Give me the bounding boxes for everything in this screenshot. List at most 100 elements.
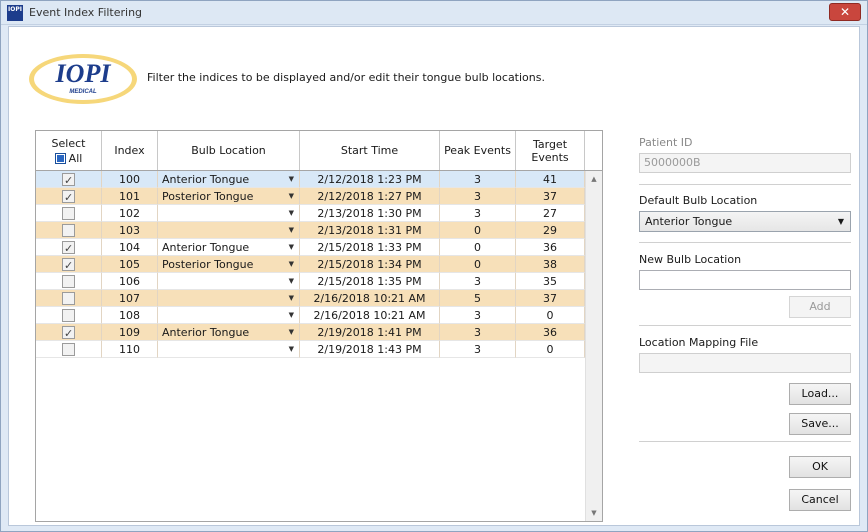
- header-bulb-location[interactable]: Bulb Location: [158, 131, 300, 170]
- bulb-location-dropdown[interactable]: ▼: [158, 273, 300, 290]
- new-bulb-input[interactable]: [639, 270, 851, 290]
- cell-target: 37: [516, 188, 585, 205]
- grid-header: Select All Index Bulb Location Start Tim…: [36, 131, 602, 171]
- table-row[interactable]: 108 ▼ 2/16/2018 10:21 AM 3 0: [36, 307, 585, 324]
- default-bulb-value: Anterior Tongue: [645, 215, 733, 228]
- header-target-events[interactable]: Target Events: [516, 131, 585, 170]
- table-row[interactable]: 100 Anterior Tongue ▼ 2/12/2018 1:23 PM341: [36, 171, 585, 188]
- row-select-checkbox[interactable]: [62, 275, 75, 288]
- row-select-checkbox[interactable]: [62, 224, 75, 237]
- bulb-location-dropdown[interactable]: Anterior Tongue ▼: [158, 171, 300, 188]
- chevron-down-icon[interactable]: ▼: [289, 324, 294, 340]
- cell-peak: 3: [440, 307, 516, 324]
- row-select-checkbox[interactable]: [62, 189, 75, 204]
- cell-target: 36: [516, 324, 585, 341]
- dialog-content: IOPI MEDICAL Filter the indices to be di…: [8, 26, 860, 526]
- table-row[interactable]: 102 ▼ 2/13/2018 1:30 PM 3 27: [36, 205, 585, 222]
- mapping-file-field[interactable]: [639, 353, 851, 373]
- header-index[interactable]: Index: [102, 131, 158, 170]
- bulb-location-dropdown[interactable]: Anterior Tongue ▼: [158, 239, 300, 256]
- row-select-checkbox[interactable]: [62, 292, 75, 305]
- chevron-down-icon[interactable]: ▼: [289, 205, 294, 221]
- cell-peak: 3: [440, 188, 516, 205]
- cell-target: 37: [516, 290, 585, 307]
- chevron-down-icon[interactable]: ▼: [289, 188, 294, 204]
- table-row[interactable]: 107 ▼ 2/16/2018 10:21 AM 5 37: [36, 290, 585, 307]
- chevron-down-icon[interactable]: ▼: [289, 222, 294, 238]
- patient-id-field[interactable]: 5000000B: [639, 153, 851, 173]
- save-button[interactable]: Save...: [789, 413, 851, 435]
- table-row[interactable]: 104 Anterior Tongue ▼ 2/15/2018 1:33 PM036: [36, 239, 585, 256]
- bulb-location-dropdown[interactable]: ▼: [158, 341, 300, 358]
- bulb-location-dropdown[interactable]: Posterior Tongue ▼: [158, 188, 300, 205]
- chevron-down-icon[interactable]: ▼: [289, 273, 294, 289]
- bulb-location-dropdown[interactable]: ▼: [158, 290, 300, 307]
- bulb-location-value: Posterior Tongue: [162, 258, 254, 271]
- bulb-location-value: Anterior Tongue: [162, 173, 250, 186]
- select-all-toggle[interactable]: All: [54, 151, 83, 165]
- add-button[interactable]: Add: [789, 296, 851, 318]
- ok-button[interactable]: OK: [789, 456, 851, 478]
- cell-start: 2/15/2018 1:33 PM: [300, 239, 440, 256]
- grid-scrollbar[interactable]: ▲ ▼: [585, 171, 602, 521]
- title-bar[interactable]: IOPI Event Index Filtering ✕: [1, 1, 867, 25]
- cell-peak: 3: [440, 205, 516, 222]
- chevron-down-icon[interactable]: ▼: [289, 256, 294, 272]
- header-start-time[interactable]: Start Time: [300, 131, 440, 170]
- table-row[interactable]: 105 Posterior Tongue ▼ 2/15/2018 1:34 PM038: [36, 256, 585, 273]
- select-all-checkbox[interactable]: [54, 152, 66, 164]
- table-row[interactable]: 109 Anterior Tongue ▼ 2/19/2018 1:41 PM336: [36, 324, 585, 341]
- row-select-checkbox[interactable]: [62, 172, 75, 187]
- chevron-down-icon[interactable]: ▼: [289, 290, 294, 306]
- separator: [639, 441, 851, 442]
- chevron-down-icon[interactable]: ▼: [289, 307, 294, 323]
- bulb-location-dropdown[interactable]: ▼: [158, 222, 300, 239]
- cell-peak: 3: [440, 171, 516, 188]
- separator: [639, 325, 851, 326]
- row-select-cell: [36, 256, 102, 273]
- cell-target: 35: [516, 273, 585, 290]
- table-row[interactable]: 103 ▼ 2/13/2018 1:31 PM 0 29: [36, 222, 585, 239]
- new-bulb-label: New Bulb Location: [639, 253, 742, 266]
- cancel-button[interactable]: Cancel: [789, 489, 851, 511]
- cell-target: 0: [516, 307, 585, 324]
- row-select-checkbox[interactable]: [62, 240, 75, 255]
- chevron-down-icon: ▼: [837, 217, 844, 226]
- cell-index: 100: [102, 171, 158, 188]
- bulb-location-dropdown[interactable]: ▼: [158, 205, 300, 222]
- event-index-grid[interactable]: Select All Index Bulb Location Start Tim…: [35, 130, 603, 522]
- row-select-checkbox[interactable]: [62, 343, 75, 356]
- scroll-up-icon[interactable]: ▲: [586, 171, 602, 187]
- row-select-cell: [36, 324, 102, 341]
- row-select-checkbox[interactable]: [62, 325, 75, 340]
- cell-index: 101: [102, 188, 158, 205]
- cell-start: 2/16/2018 10:21 AM: [300, 307, 440, 324]
- table-row[interactable]: 101 Posterior Tongue ▼ 2/12/2018 1:27 PM337: [36, 188, 585, 205]
- table-row[interactable]: 106 ▼ 2/15/2018 1:35 PM 3 35: [36, 273, 585, 290]
- default-bulb-select[interactable]: Anterior Tongue ▼: [639, 211, 851, 232]
- load-button[interactable]: Load...: [789, 383, 851, 405]
- cell-start: 2/15/2018 1:34 PM: [300, 256, 440, 273]
- bulb-location-dropdown[interactable]: Posterior Tongue ▼: [158, 256, 300, 273]
- cell-start: 2/13/2018 1:31 PM: [300, 222, 440, 239]
- table-row[interactable]: 110 ▼ 2/19/2018 1:43 PM 3 0: [36, 341, 585, 358]
- close-button[interactable]: ✕: [829, 3, 861, 21]
- bulb-location-dropdown[interactable]: ▼: [158, 307, 300, 324]
- chevron-down-icon[interactable]: ▼: [289, 171, 294, 187]
- separator: [639, 242, 851, 243]
- row-select-checkbox[interactable]: [62, 257, 75, 272]
- row-select-cell: [36, 341, 102, 358]
- patient-id-label: Patient ID: [639, 136, 693, 149]
- instructions-text: Filter the indices to be displayed and/o…: [147, 71, 545, 84]
- chevron-down-icon[interactable]: ▼: [289, 239, 294, 255]
- bulb-location-dropdown[interactable]: Anterior Tongue ▼: [158, 324, 300, 341]
- row-select-checkbox[interactable]: [62, 309, 75, 322]
- cell-target: 38: [516, 256, 585, 273]
- bulb-location-value: Anterior Tongue: [162, 241, 250, 254]
- header-peak-events[interactable]: Peak Events: [440, 131, 516, 170]
- cell-index: 104: [102, 239, 158, 256]
- chevron-down-icon[interactable]: ▼: [289, 341, 294, 357]
- scroll-down-icon[interactable]: ▼: [586, 505, 602, 521]
- select-all-label: All: [68, 151, 83, 165]
- row-select-checkbox[interactable]: [62, 207, 75, 220]
